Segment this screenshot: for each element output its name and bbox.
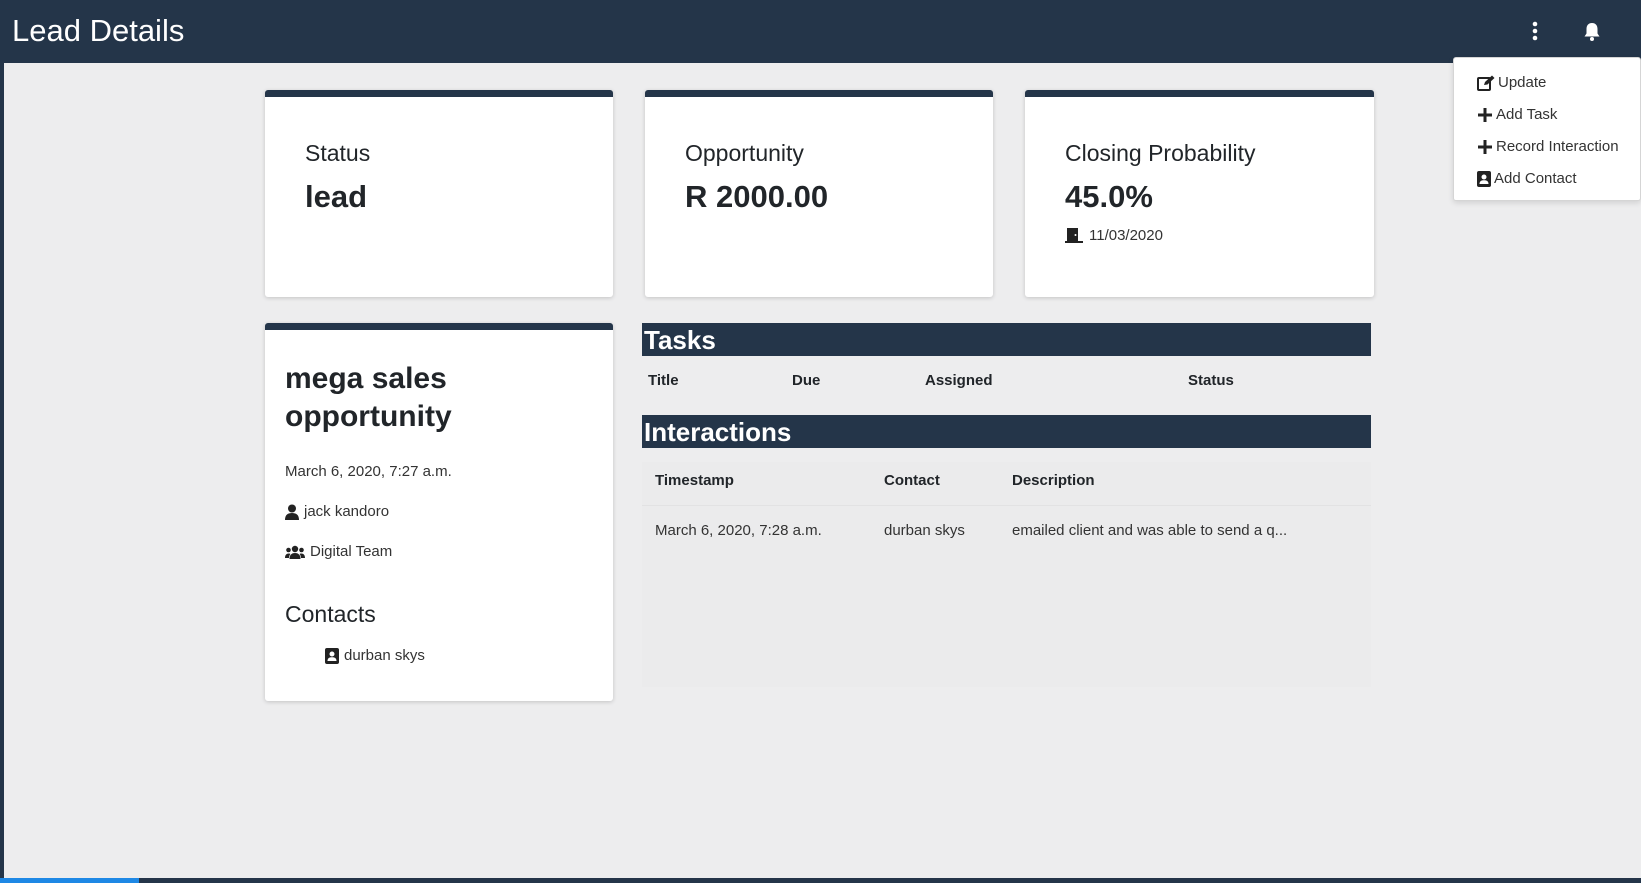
table-row-divider [642, 505, 1371, 506]
lead-owner: jack kandoro [285, 503, 389, 520]
kebab-vertical-icon[interactable] [1525, 20, 1545, 42]
user-icon [285, 504, 299, 520]
status-value: lead [305, 179, 368, 214]
interaction-contact: durban skys [884, 522, 965, 539]
probability-card: Closing Probability 45.0% 11/03/2020 [1025, 90, 1374, 297]
contact-link[interactable]: durban skys [325, 647, 425, 664]
menu-item-update[interactable]: Update [1477, 74, 1546, 91]
loading-progress-bar [0, 878, 140, 883]
opportunity-label: Opportunity [685, 140, 804, 166]
tasks-col-assigned: Assigned [925, 372, 993, 389]
tasks-col-status: Status [1188, 372, 1234, 389]
interactions-table [642, 462, 1371, 687]
probability-value: 45.0% [1065, 179, 1153, 214]
lead-info-card: mega sales opportunity March 6, 2020, 7:… [265, 323, 613, 701]
contact-card-icon [325, 647, 339, 664]
tasks-col-title: Title [648, 372, 679, 389]
door-closed-icon [1065, 227, 1083, 244]
interaction-timestamp: March 6, 2020, 7:28 a.m. [655, 522, 822, 539]
status-label: Status [305, 140, 371, 166]
opportunity-value: R 2000.00 [685, 179, 829, 214]
tasks-heading: Tasks [642, 323, 1371, 356]
page-title: Lead Details [12, 13, 185, 48]
menu-item-add-task[interactable]: Add Task [1477, 106, 1557, 123]
actions-dropdown: Update Add Task Record Interaction Add C… [1453, 57, 1641, 201]
users-icon [285, 545, 305, 559]
status-card: Status lead [265, 90, 613, 297]
closing-date: 11/03/2020 [1089, 227, 1163, 244]
interactions-col-timestamp: Timestamp [655, 472, 734, 489]
contact-card-icon [1477, 170, 1491, 187]
probability-label: Closing Probability [1065, 140, 1256, 166]
interactions-heading: Interactions [642, 415, 1371, 448]
closing-date-row: 11/03/2020 [1065, 227, 1163, 244]
opportunity-card: Opportunity R 2000.00 [645, 90, 993, 297]
lead-created-date: March 6, 2020, 7:27 a.m. [285, 463, 452, 480]
tasks-col-due: Due [792, 372, 821, 389]
edit-icon [1477, 75, 1495, 91]
interactions-col-contact: Contact [884, 472, 940, 489]
lead-title: mega sales opportunity [285, 362, 452, 433]
interactions-col-description: Description [1012, 472, 1095, 489]
lead-team: Digital Team [285, 543, 392, 560]
bell-icon[interactable] [1580, 20, 1604, 44]
menu-item-add-contact[interactable]: Add Contact [1477, 170, 1577, 187]
bottom-bar [0, 878, 1641, 883]
top-bar: Lead Details [0, 0, 1641, 63]
plus-icon [1477, 107, 1493, 123]
interaction-description: emailed client and was able to send a q.… [1012, 522, 1288, 539]
plus-icon [1477, 139, 1493, 155]
contacts-heading: Contacts [285, 601, 376, 627]
menu-item-record-interaction[interactable]: Record Interaction [1477, 138, 1619, 155]
